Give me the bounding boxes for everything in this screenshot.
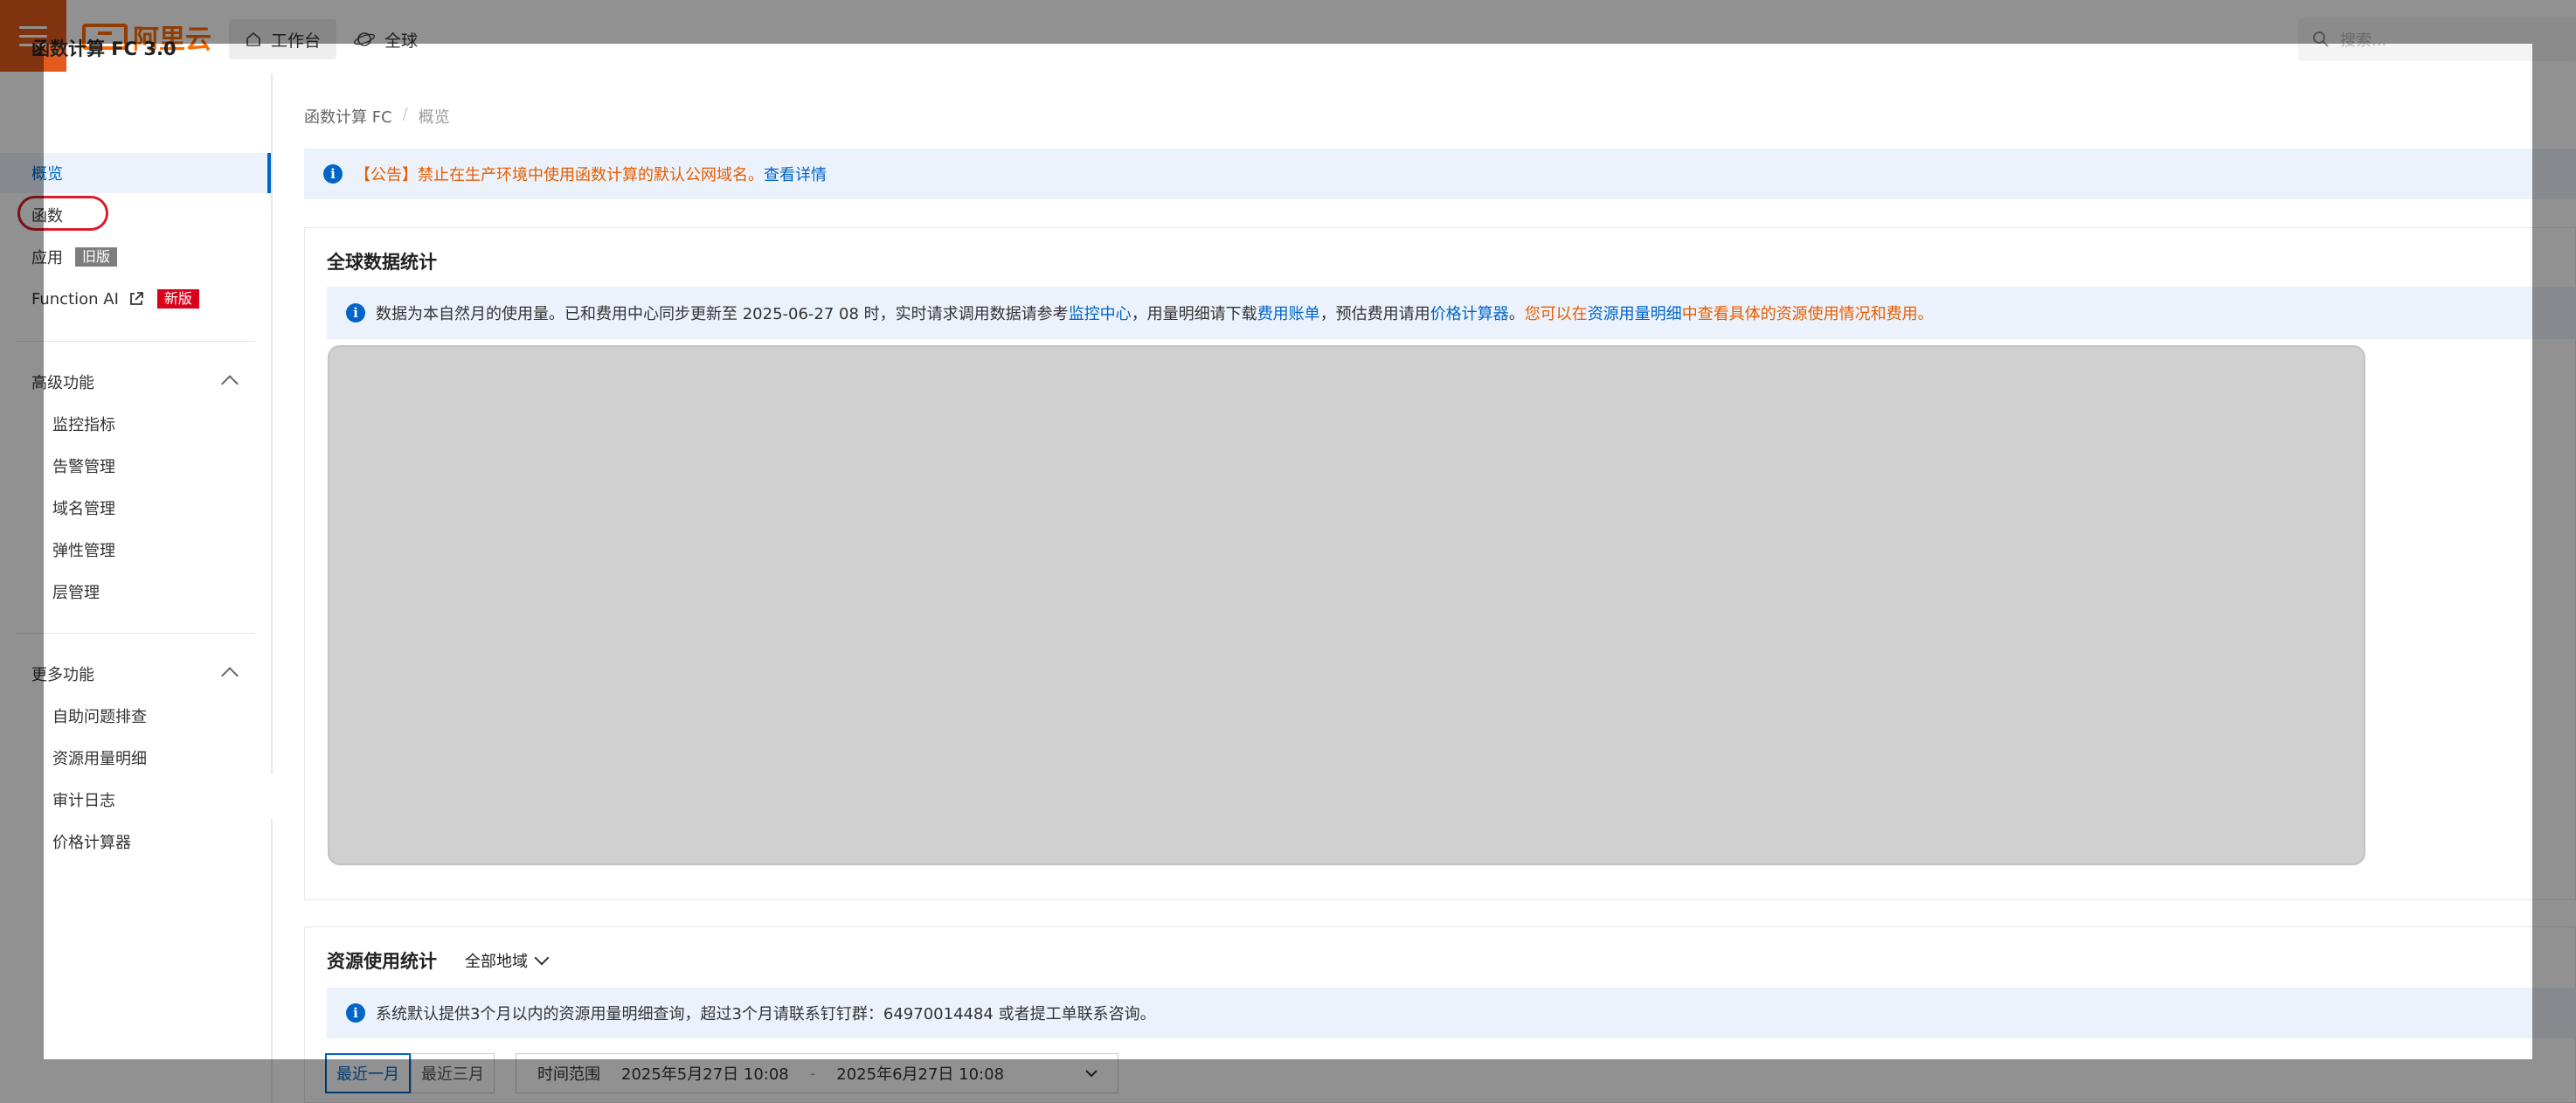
breadcrumb-separator: / bbox=[402, 105, 408, 123]
info-text-part: 数据为本自然月的使用量。已和费用中心同步更新至 2025-06-27 08 时，… bbox=[376, 305, 1069, 323]
resource-stats-info: i 系统默认提供3个月以内的资源用量明细查询，超过3个月请联系钉钉群：64970… bbox=[327, 988, 2576, 1038]
announcement-details-link[interactable]: 查看详情 bbox=[764, 163, 827, 185]
announcement-text: 【公告】禁止在生产环境中使用函数计算的默认公网域名。 bbox=[355, 166, 764, 184]
price-calculator-link[interactable]: 价格计算器 bbox=[1430, 305, 1509, 323]
usage-details-link[interactable]: 资源用量明细 bbox=[1588, 305, 1682, 323]
overlay-shade-bottom bbox=[0, 1059, 2576, 1103]
info-icon: i bbox=[346, 1003, 365, 1023]
sidebar-item-label: Function AI bbox=[31, 289, 119, 309]
sidebar-item-domains[interactable]: 域名管理 bbox=[52, 496, 115, 519]
info-text-part: ，用量明细请下载 bbox=[1131, 305, 1257, 323]
breadcrumb-current: 概览 bbox=[418, 108, 450, 127]
global-stats-info: i 数据为本自然月的使用量。已和费用中心同步更新至 2025-06-27 08 … bbox=[327, 287, 2576, 339]
global-stats-title: 全球数据统计 bbox=[327, 252, 437, 273]
bill-link[interactable]: 费用账单 bbox=[1257, 305, 1320, 323]
resource-info-text: 系统默认提供3个月以内的资源用量明细查询，超过3个月请联系钉钉群：6497001… bbox=[376, 1005, 1156, 1023]
new-badge: 新版 bbox=[156, 289, 199, 309]
stats-loading-placeholder bbox=[328, 345, 2365, 865]
announcement-banner: i 【公告】禁止在生产环境中使用函数计算的默认公网域名。 查看详情 bbox=[304, 149, 2576, 199]
chevron-down-icon bbox=[534, 950, 550, 966]
info-text-part: 您可以在 bbox=[1524, 305, 1588, 323]
sidebar-item-audit-log[interactable]: 审计日志 bbox=[52, 788, 115, 811]
sidebar-item-price-calculator[interactable]: 价格计算器 bbox=[52, 830, 131, 853]
info-icon: i bbox=[346, 303, 365, 323]
legacy-badge: 旧版 bbox=[75, 247, 118, 267]
overlay-shade-left bbox=[0, 44, 44, 1059]
breadcrumb: 函数计算 FC / 概览 bbox=[304, 105, 450, 128]
monitor-center-link[interactable]: 监控中心 bbox=[1069, 305, 1132, 323]
sidebar-item-monitoring[interactable]: 监控指标 bbox=[52, 413, 115, 435]
breadcrumb-root[interactable]: 函数计算 FC bbox=[304, 105, 392, 128]
overlay-shade-top bbox=[0, 0, 2576, 44]
overlay-shade-right bbox=[2532, 44, 2576, 1059]
resource-stats-title: 资源使用统计 bbox=[327, 951, 437, 972]
region-dropdown-label: 全部地域 bbox=[465, 953, 528, 971]
sidebar-divider bbox=[16, 633, 255, 634]
info-text-part: 。 bbox=[1508, 305, 1525, 323]
sidebar-divider bbox=[16, 341, 255, 342]
sidebar-item-usage-details[interactable]: 资源用量明细 bbox=[52, 746, 147, 769]
sidebar-item-troubleshoot[interactable]: 自助问题排查 bbox=[52, 704, 147, 727]
info-icon: i bbox=[323, 164, 343, 184]
info-text-part: 中查看具体的资源使用情况和费用。 bbox=[1681, 305, 1934, 323]
region-dropdown[interactable]: 全部地域 bbox=[465, 949, 550, 972]
external-link-icon bbox=[130, 292, 143, 305]
sidebar-item-scaling[interactable]: 弹性管理 bbox=[52, 538, 115, 561]
sidebar-item-layers[interactable]: 层管理 bbox=[52, 580, 100, 603]
info-text-part: ，预估费用请用 bbox=[1319, 305, 1430, 323]
info-text: 数据为本自然月的使用量。已和费用中心同步更新至 2025-06-27 08 时，… bbox=[376, 302, 1934, 324]
sidebar-item-alerts[interactable]: 告警管理 bbox=[52, 454, 115, 477]
